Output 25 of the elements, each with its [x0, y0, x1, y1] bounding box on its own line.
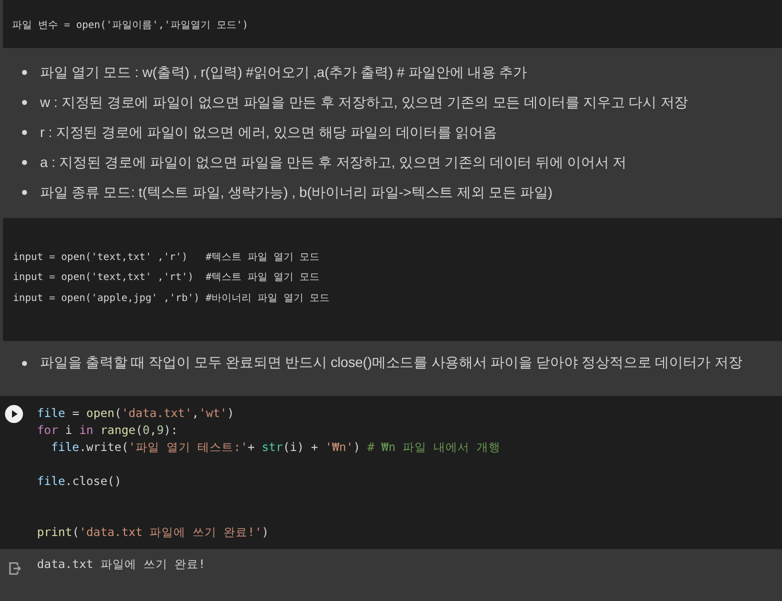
code-text: input = open('text,txt' ,'r') #텍스트 파일 열기 모드	[13, 250, 320, 264]
bullet-icon	[22, 360, 27, 366]
list-item-text: 파일을 출력할 때 작업이 모두 완료되면 반드시 close()메소드를 사용해서 파이을 닫아야 정상적으로 데이터가 저장	[40, 354, 742, 372]
bullet-icon	[22, 160, 27, 165]
bullet-icon	[22, 100, 27, 105]
run-button[interactable]	[5, 405, 23, 423]
output-text: data.txt 파일에 쓰기 완료!	[37, 556, 206, 573]
list-item-text: 파일 열기 모드 : w(출력) , r(입력) #읽어오기 ,a(추가 출력) # 파일안에 내용 추가	[40, 64, 528, 82]
box-arrow-icon	[9, 562, 21, 575]
code-text: 파일 변수 = open('파일이름','파일열기 모드')	[12, 19, 248, 33]
code-line: print('data.txt 파일에 쓰기 완료!')	[37, 524, 269, 540]
code-line: file = open('data.txt','wt')	[37, 404, 234, 422]
code-line: file.write('파일 열기 테스트:'+ str(i) + '₩n') # ₩n 파일 내에서 개행	[51, 438, 501, 456]
play-icon	[5, 405, 23, 423]
code-text: input = open('text,txt' ,'rt') #텍스트 파일 열기 모드	[13, 271, 320, 285]
code-line: for i in range(0,9):	[37, 422, 178, 438]
list-item-text: w : 지정된 경로에 파일이 없으면 파일을 만든 후 저장하고, 있으면 기존의 모든 데이터를 지우고 다시 저장	[40, 94, 688, 112]
code-line: file.close()	[37, 472, 122, 490]
bullet-icon	[22, 70, 27, 75]
list-item-text: a : 지정된 경로에 파일이 없으면 파일을 만든 후 저장하고, 있으면 기존의 데이터 뒤에 이어서 저	[40, 154, 626, 172]
list-item-text: r : 지정된 경로에 파일이 없으면 에러, 있으면 해당 파일의 데이터를 읽어옴	[40, 124, 497, 142]
code-text: input = open('apple,jpg' ,'rb') #바이너리 파일 열기 모드	[13, 292, 330, 306]
list-item-text: 파일 종류 모드: t(텍스트 파일, 생략가능) , b(바이너리 파일->텍스트 제외 모든 파일)	[40, 184, 552, 202]
bullet-icon	[22, 190, 27, 195]
bullet-icon	[22, 130, 27, 135]
